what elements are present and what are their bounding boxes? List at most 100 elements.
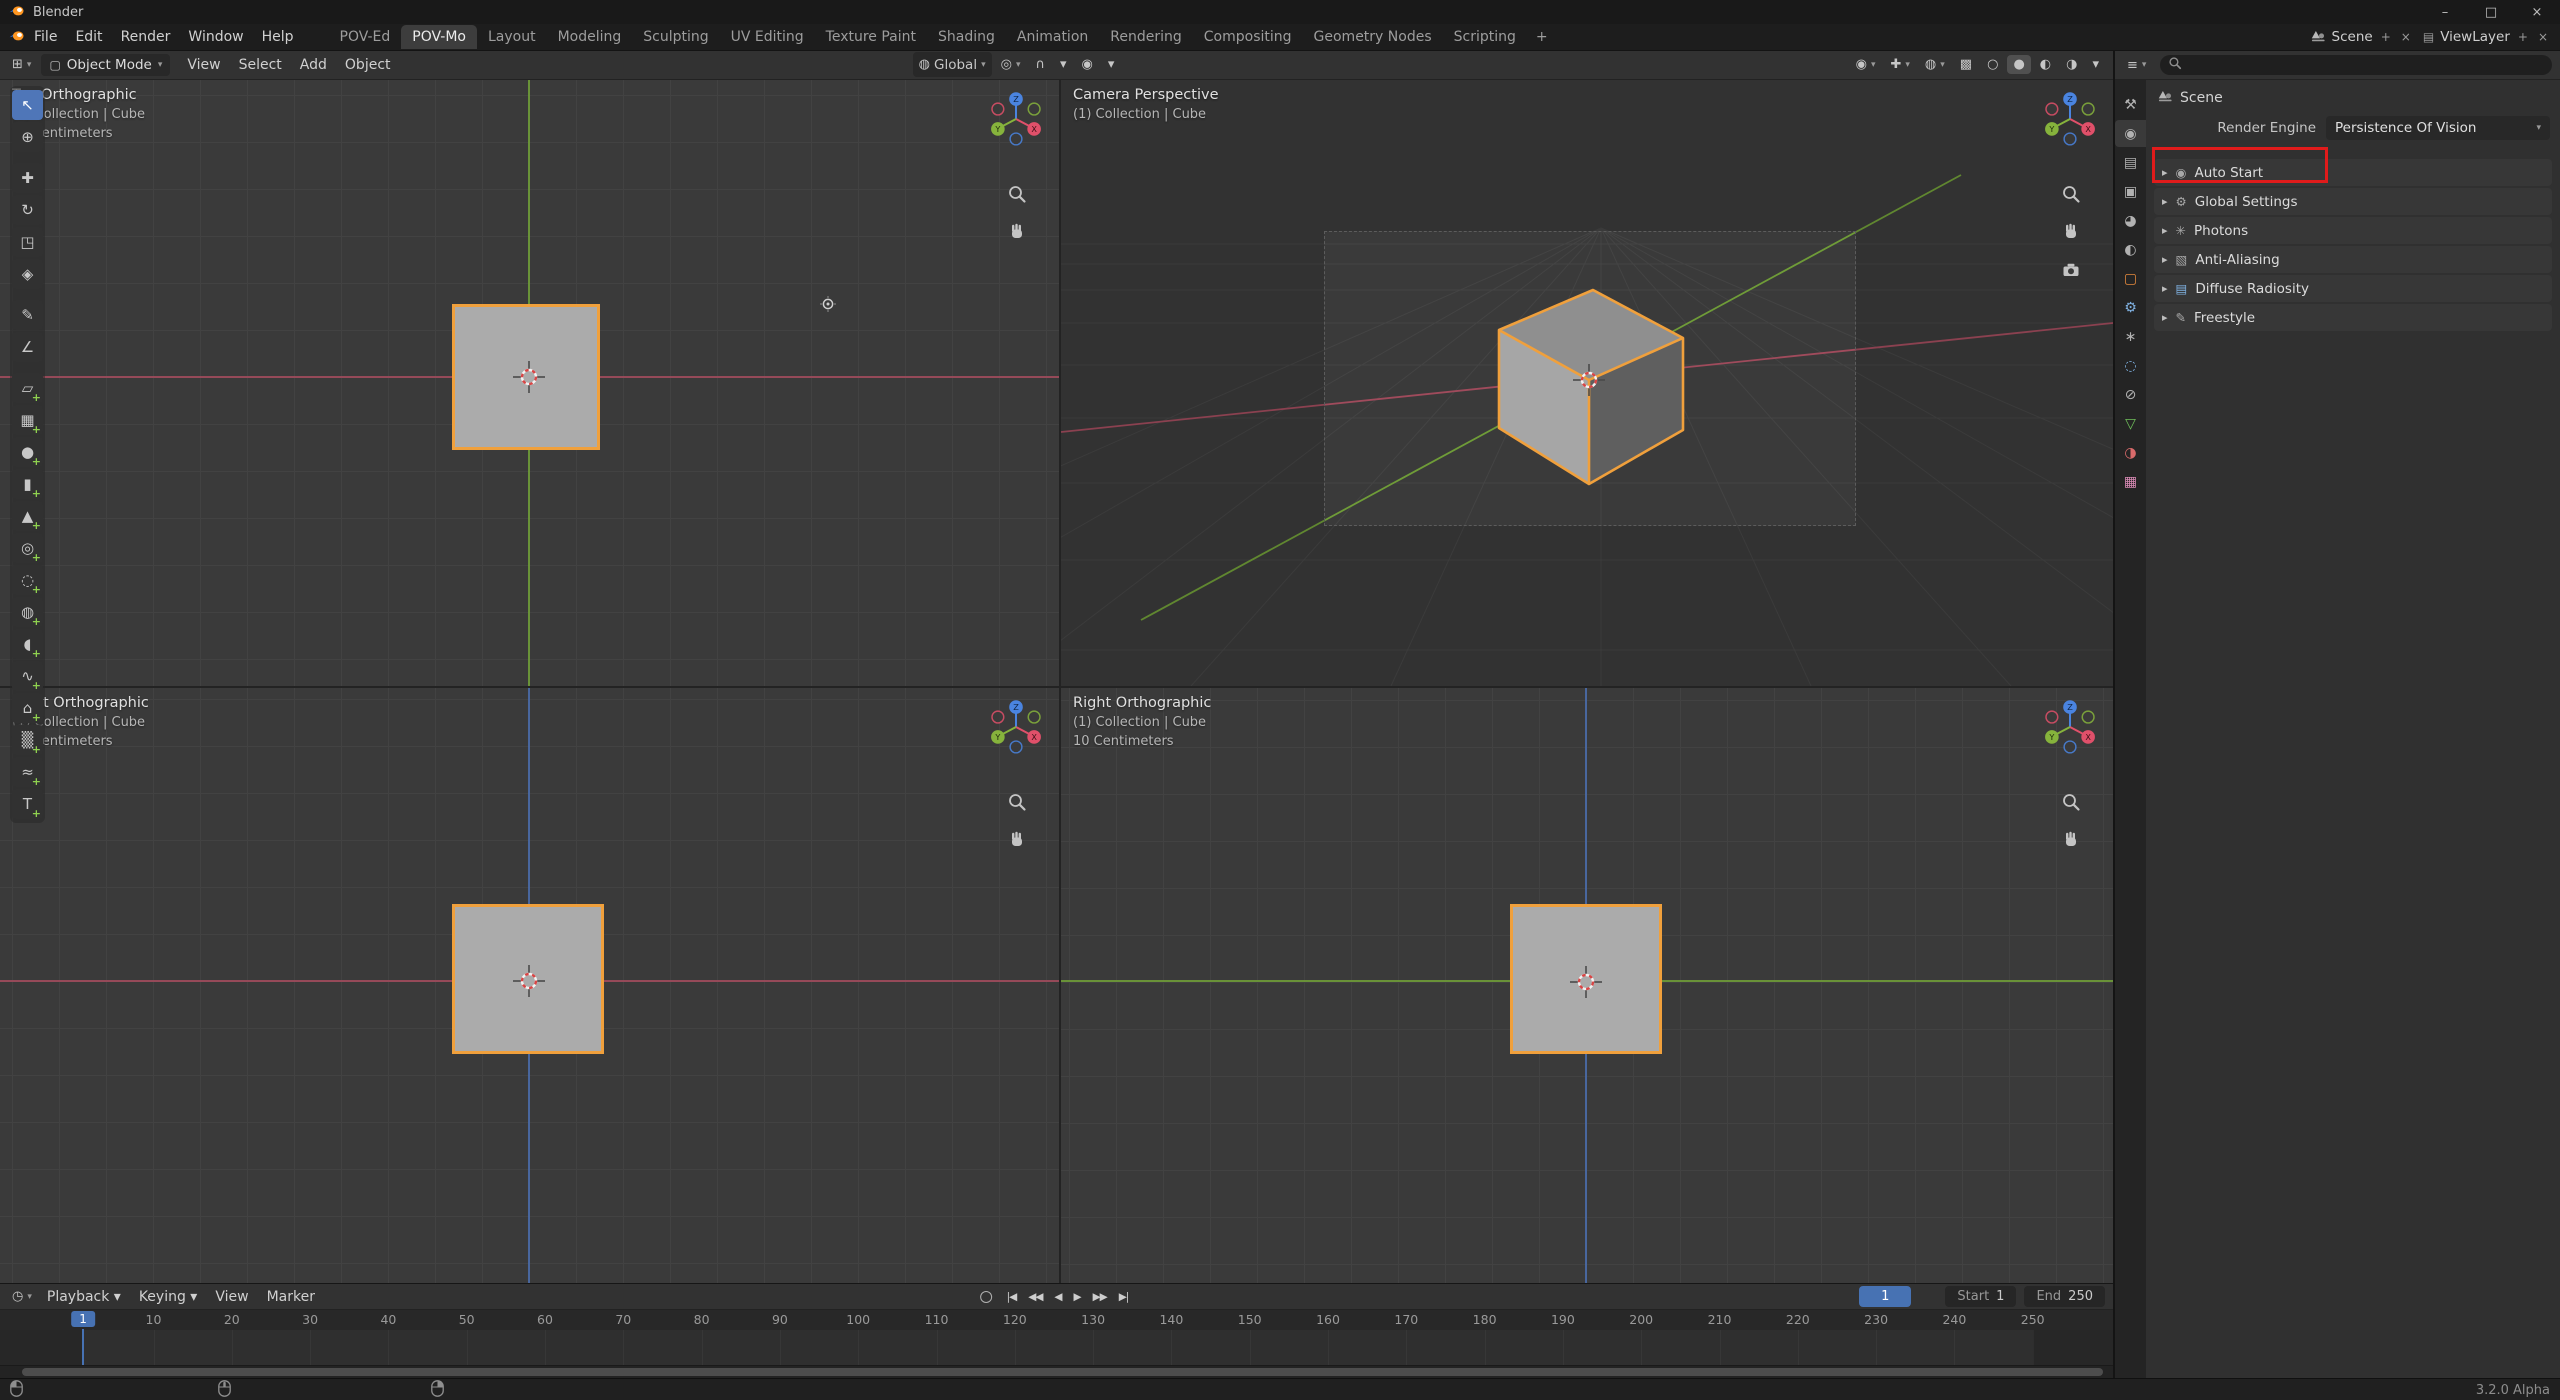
material-properties-tab[interactable]: ◑ — [2115, 439, 2146, 466]
navigation-gizmo[interactable]: Z X Y — [2041, 90, 2099, 148]
viewport-camera-perspective[interactable]: Camera Perspective (1) Collection | Cube… — [1061, 80, 2113, 686]
frame-end-field[interactable]: End 250 — [2024, 1286, 2105, 1307]
pan-hand-icon[interactable] — [1007, 222, 1027, 246]
editor-type-button[interactable]: ⊞ ▾ — [6, 55, 37, 74]
rotate-tool[interactable]: ↻ — [12, 195, 43, 225]
show-gizmo[interactable]: ✚▾ — [1884, 55, 1915, 74]
unlink-scene-button[interactable]: × — [2399, 30, 2413, 44]
timeline-editor-type-button[interactable]: ◷ ▾ — [6, 1287, 38, 1306]
add-cylinder-tool[interactable]: ▮+ — [12, 469, 43, 499]
texture-properties-tab[interactable]: ▦ — [2115, 468, 2146, 495]
pan-hand-icon[interactable] — [2061, 830, 2081, 854]
add-isosurface-tool[interactable]: ◍+ — [12, 597, 43, 627]
show-overlays[interactable]: ◍▾ — [1919, 55, 1951, 74]
menu-view[interactable]: View — [206, 1289, 257, 1305]
object-type-visibility[interactable]: ◉▾ — [1850, 55, 1882, 74]
menu-playback[interactable]: Playback ▾ — [38, 1289, 130, 1305]
add-blob-tool[interactable]: ◌+ — [12, 565, 43, 595]
timeline-track[interactable] — [0, 1330, 2113, 1365]
add-workspace-button[interactable]: + — [1527, 27, 1557, 47]
menu-object[interactable]: Object — [336, 57, 400, 73]
cube-object[interactable] — [452, 304, 600, 450]
workspace-tab-geometry-nodes[interactable]: Geometry Nodes — [1303, 25, 1443, 49]
snapping-toggle[interactable]: ∩ — [1029, 55, 1051, 74]
workspace-tab-pov-mo[interactable]: POV-Mo — [401, 25, 477, 49]
mode-dropdown[interactable]: ▢ Object Mode ▾ — [41, 54, 170, 76]
add-prism-tool[interactable]: ⌂+ — [12, 693, 43, 723]
shading-wireframe[interactable]: ○ — [1981, 55, 2004, 74]
panel-auto-start[interactable]: ▸◉Auto Start — [2154, 159, 2552, 186]
workspace-tab-shading[interactable]: Shading — [927, 25, 1006, 49]
previous-keyframe-button[interactable]: ◀◀ — [1023, 1289, 1047, 1305]
view-layer-properties-tab[interactable]: ▣ — [2115, 178, 2146, 205]
timeline-scrollbar-thumb[interactable] — [22, 1368, 2103, 1376]
object-data-properties-tab[interactable]: ▽ — [2115, 410, 2146, 437]
modifiers-properties-tab[interactable]: ⚙ — [2115, 294, 2146, 321]
menu-render[interactable]: Render — [112, 29, 180, 45]
view-layer-selector[interactable]: ▤ ViewLayer + × — [2423, 29, 2550, 45]
add-sphere-tool[interactable]: ●+ — [12, 437, 43, 467]
menu-file[interactable]: File — [25, 29, 66, 45]
scale-tool[interactable]: ◳ — [12, 227, 43, 257]
workspace-tab-modeling[interactable]: Modeling — [547, 25, 633, 49]
maximize-button[interactable]: □ — [2468, 0, 2514, 24]
proportional-options[interactable]: ▾ — [1102, 55, 1121, 74]
play-reverse-button[interactable]: ◀ — [1049, 1289, 1066, 1305]
properties-editor-type-button[interactable]: ≡ ▾ — [2121, 56, 2152, 75]
new-scene-button[interactable]: + — [2379, 30, 2393, 44]
properties-search[interactable] — [2160, 55, 2552, 75]
workspace-tab-texture-paint[interactable]: Texture Paint — [815, 25, 927, 49]
current-frame-field[interactable]: 1 — [1859, 1286, 1911, 1307]
jump-to-end-button[interactable]: ▶| — [1114, 1289, 1134, 1305]
pan-hand-icon[interactable] — [2061, 222, 2081, 246]
viewport-front-orthographic[interactable]: Front Orthographic (1) Collection | Cube… — [0, 688, 1059, 1283]
render-properties-tab[interactable]: ◉ — [2115, 120, 2146, 147]
menu-edit[interactable]: Edit — [66, 29, 111, 45]
add-box-tool[interactable]: ▦+ — [12, 405, 43, 435]
cursor-tool[interactable]: ⊕ — [12, 122, 43, 152]
add-spline-tool[interactable]: ≈+ — [12, 757, 43, 787]
output-properties-tab[interactable]: ▤ — [2115, 149, 2146, 176]
workspace-tab-compositing[interactable]: Compositing — [1193, 25, 1303, 49]
panel-diffuse-radiosity[interactable]: ▸▤Diffuse Radiosity — [2154, 275, 2552, 302]
viewport-top-orthographic[interactable]: Top Orthographic (1) Collection | Cube 1… — [0, 80, 1059, 686]
menu-view[interactable]: View — [178, 57, 229, 73]
play-button[interactable]: ▶ — [1069, 1289, 1086, 1305]
panel-anti-aliasing[interactable]: ▸▧Anti-Aliasing — [2154, 246, 2552, 273]
workspace-tab-sculpting[interactable]: Sculpting — [632, 25, 719, 49]
workspace-tab-uv-editing[interactable]: UV Editing — [720, 25, 815, 49]
cube-object[interactable] — [1510, 904, 1662, 1054]
toggle-xray[interactable]: ▩ — [1954, 55, 1978, 74]
auto-keying-toggle[interactable] — [980, 1291, 992, 1303]
add-text-tool[interactable]: T+ — [12, 789, 43, 819]
add-plane-tool[interactable]: ▱+ — [12, 373, 43, 403]
transform-pivot-point[interactable]: ◎▾ — [995, 55, 1027, 74]
light-object[interactable] — [819, 295, 837, 313]
viewport-splitter-horizontal[interactable] — [0, 686, 2113, 688]
jump-to-start-button[interactable]: |◀ — [1002, 1289, 1022, 1305]
new-view-layer-button[interactable]: + — [2516, 30, 2530, 44]
tool-properties-tab[interactable]: ⚒ — [2115, 91, 2146, 118]
shading-solid[interactable]: ● — [2007, 55, 2030, 74]
menu-marker[interactable]: Marker — [258, 1289, 324, 1305]
panel-global-settings[interactable]: ▸⚙Global Settings — [2154, 188, 2552, 215]
transform-tool[interactable]: ◈ — [12, 259, 43, 289]
select-box-tool[interactable]: ↖ — [12, 90, 43, 120]
pan-hand-icon[interactable] — [1007, 830, 1027, 854]
next-keyframe-button[interactable]: ▶▶ — [1088, 1289, 1112, 1305]
add-cone-tool[interactable]: ▲+ — [12, 501, 43, 531]
menu-help[interactable]: Help — [253, 29, 303, 45]
panel-freestyle[interactable]: ▸✎Freestyle — [2154, 304, 2552, 331]
menu-keying[interactable]: Keying ▾ — [130, 1289, 207, 1305]
remove-view-layer-button[interactable]: × — [2536, 30, 2550, 44]
close-button[interactable]: × — [2514, 0, 2560, 24]
world-properties-tab[interactable]: ◐ — [2115, 236, 2146, 263]
snapping-options[interactable]: ▾ — [1054, 55, 1073, 74]
proportional-editing[interactable]: ◉ — [1076, 55, 1099, 74]
render-engine-dropdown[interactable]: Persistence Of Vision ▾ — [2326, 116, 2550, 140]
shading-options[interactable]: ▾ — [2086, 55, 2105, 74]
measure-tool[interactable]: ∠ — [12, 332, 43, 362]
menu-window[interactable]: Window — [179, 29, 252, 45]
annotate-tool[interactable]: ✎ — [12, 300, 43, 330]
menu-add[interactable]: Add — [291, 57, 336, 73]
